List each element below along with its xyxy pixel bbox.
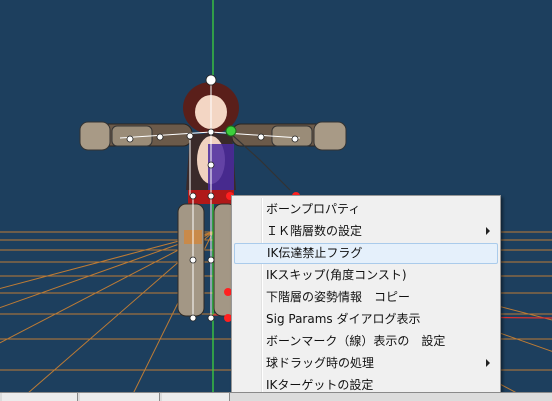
menu-item-bone-properties[interactable]: ボーンプロパティ xyxy=(234,199,498,220)
menu-item-sig-params-dialog[interactable]: Sig Params ダイアログ表示 xyxy=(234,309,498,330)
menu-item-label: ボーンマーク（線）表示の 設定 xyxy=(266,334,446,348)
menu-item-ik-hierarchy-levels[interactable]: ＩＫ階層数の設定 xyxy=(234,221,498,242)
menu-item-bone-mark-display[interactable]: ボーンマーク（線）表示の 設定 xyxy=(234,331,498,352)
menu-item-label: IK伝達禁止フラグ xyxy=(267,246,363,260)
menu-item-ik-propagation-block[interactable]: IK伝達禁止フラグ xyxy=(234,243,498,264)
menu-item-label: ＩＫ階層数の設定 xyxy=(266,224,363,238)
context-menu[interactable]: ボーンプロパティ ＩＫ階層数の設定 IK伝達禁止フラグ IKスキップ(角度コンス… xyxy=(231,195,501,399)
menu-item-label: ボーンプロパティ xyxy=(266,202,361,216)
menu-item-label: Sig Params ダイアログ表示 xyxy=(266,312,421,326)
menu-item-label: 下階層の姿勢情報 コピー xyxy=(266,290,411,304)
selected-joint-handle[interactable] xyxy=(225,125,237,137)
submenu-arrow-icon xyxy=(486,227,490,235)
menu-item-sphere-drag-behavior[interactable]: 球ドラッグ時の処理 xyxy=(234,353,498,374)
submenu-arrow-icon xyxy=(486,359,490,367)
menu-item-label: 球ドラッグ時の処理 xyxy=(266,356,375,370)
menu-item-ik-skip[interactable]: IKスキップ(角度コンスト) xyxy=(234,265,498,286)
menu-item-label: IKスキップ(角度コンスト) xyxy=(266,268,407,282)
menu-item-copy-child-pose[interactable]: 下階層の姿勢情報 コピー xyxy=(234,287,498,308)
menu-item-label: IKターゲットの設定 xyxy=(266,378,374,392)
